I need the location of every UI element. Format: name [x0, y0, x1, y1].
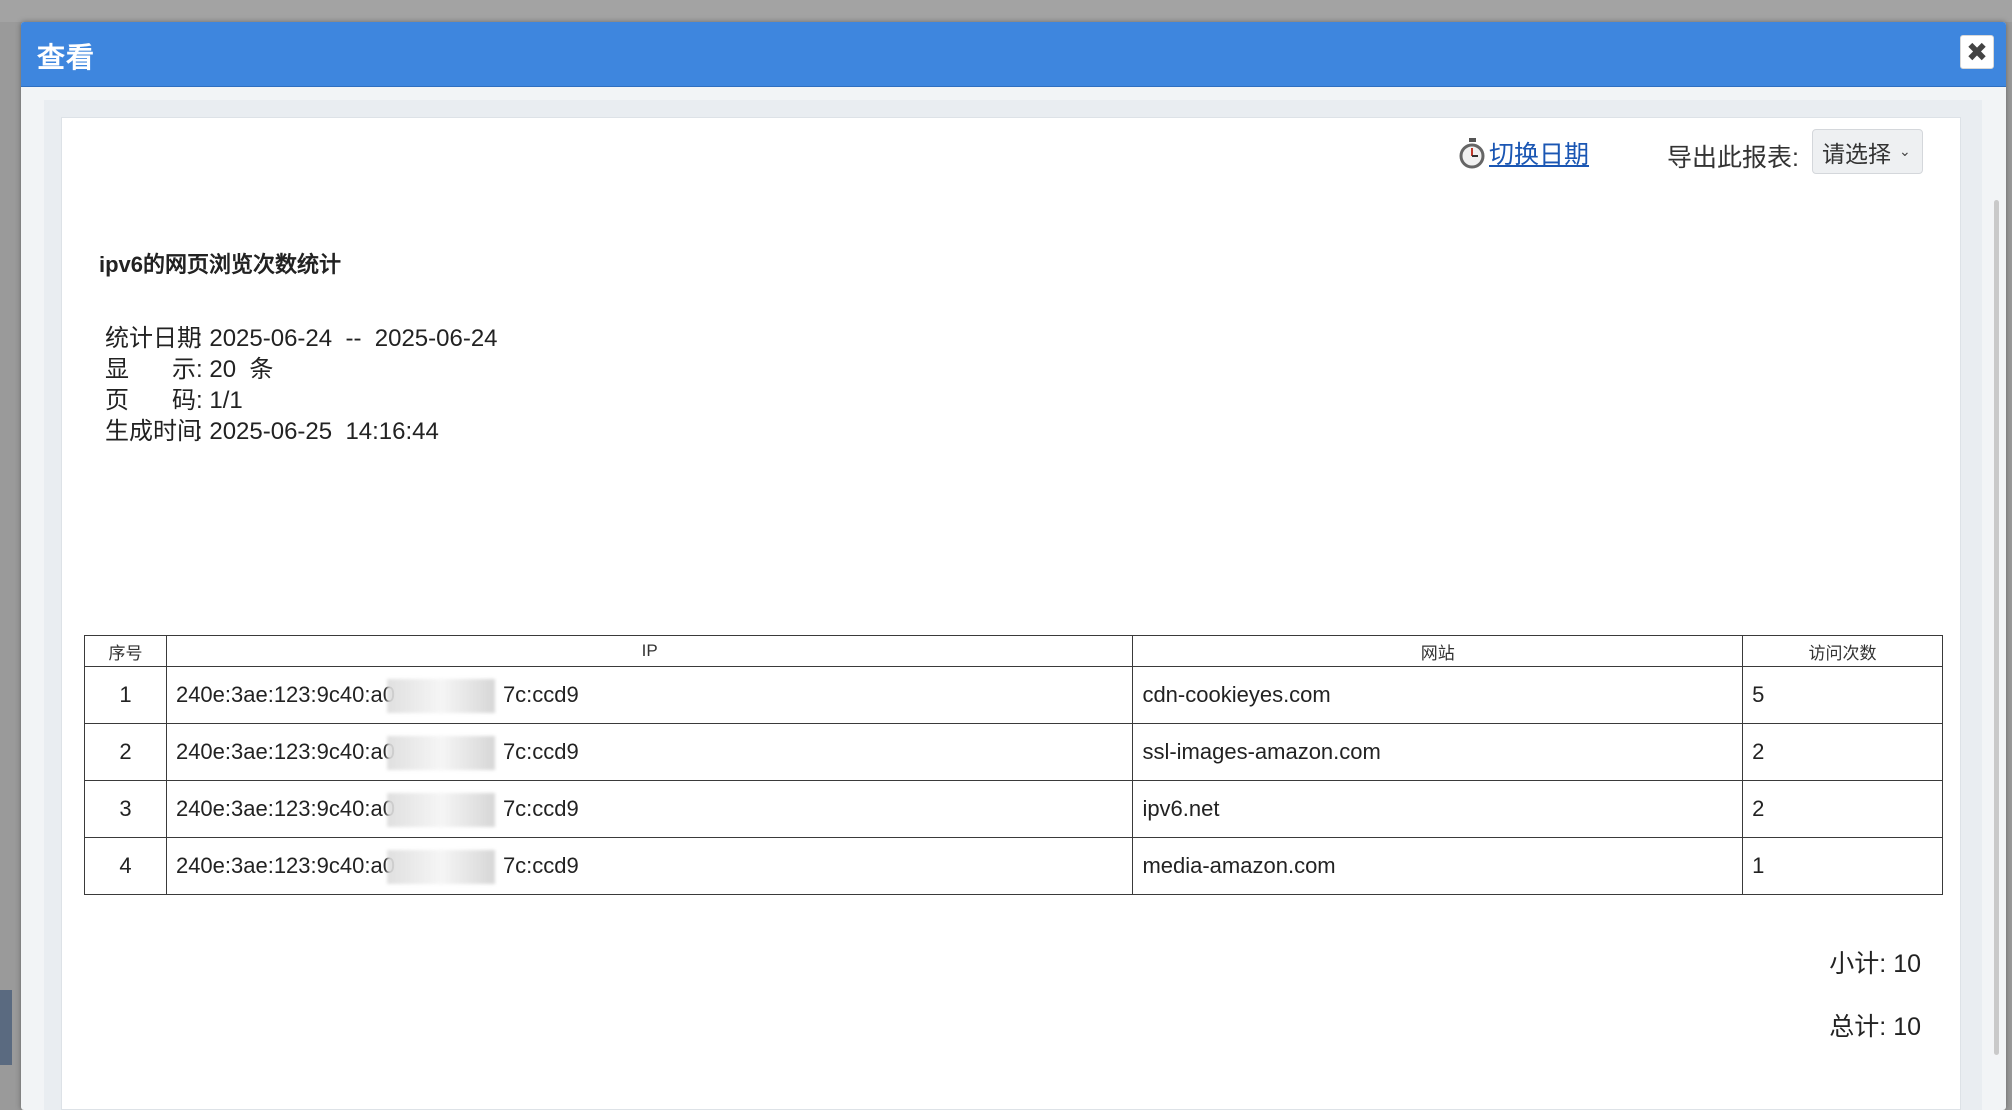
ip-prefix: 240e:3ae:123:9c40:a0	[175, 796, 395, 821]
meta-colon: :	[196, 418, 210, 445]
column-header-site: 网站	[1132, 635, 1744, 667]
column-header-count: 访问次数	[1742, 635, 1943, 667]
table-row: 1 240e:3ae:123:9c40:a0 7c:ccd9 cdn-cookie…	[84, 666, 1943, 724]
redaction-blur	[386, 850, 495, 884]
report-meta: 统计日期: 2025-06-24 -- 2025-06-24 显示: 20 条 …	[105, 323, 498, 447]
ip-prefix: 240e:3ae:123:9c40:a0	[175, 853, 395, 878]
meta-value: 1/1	[209, 387, 243, 414]
total: 总计: 10	[1829, 1007, 1921, 1043]
meta-row: 页码: 1/1	[105, 385, 498, 416]
cell-site: media-amazon.com	[1132, 837, 1744, 895]
cell-no: 3	[84, 780, 167, 838]
ip-prefix: 240e:3ae:123:9c40:a0	[175, 682, 395, 707]
cell-no: 1	[84, 666, 167, 724]
meta-value: 2025-06-24 -- 2025-06-24	[209, 325, 498, 352]
meta-row: 生成时间: 2025-06-25 14:16:44	[105, 416, 498, 447]
total-label: 总计:	[1829, 1013, 1887, 1041]
table-row: 4 240e:3ae:123:9c40:a0 7c:ccd9 media-amaz…	[84, 837, 1943, 895]
background-sidebar	[0, 990, 12, 1065]
subtotal: 小计: 10	[1829, 944, 1921, 980]
chevron-down-icon: ⌄	[1899, 143, 1911, 159]
meta-row: 显示: 20 条	[105, 354, 498, 385]
meta-label: 显示	[105, 356, 196, 383]
column-header-ip: IP	[165, 635, 1134, 667]
stats-table: 序号 IP 网站 访问次数 1 240e:3ae:123:9c40:a0 7c:c…	[84, 635, 1943, 895]
cell-site: ipv6.net	[1132, 780, 1744, 838]
scrollbar[interactable]	[1994, 200, 1999, 1055]
meta-colon: :	[196, 387, 210, 414]
cell-ip: 240e:3ae:123:9c40:a0 7c:ccd9	[165, 837, 1134, 895]
ip-suffix: 7c:ccd9	[502, 853, 579, 878]
table-header-row: 序号 IP 网站 访问次数	[84, 635, 1943, 667]
cell-count: 2	[1742, 780, 1943, 838]
cell-count: 1	[1742, 837, 1943, 895]
cell-no: 2	[84, 723, 167, 781]
redaction-blur	[386, 679, 495, 713]
cell-ip: 240e:3ae:123:9c40:a0 7c:ccd9	[165, 666, 1134, 724]
meta-value: 20 条	[209, 356, 274, 383]
meta-label: 统计日期	[105, 325, 201, 352]
meta-label: 生成时间	[105, 418, 201, 445]
column-header-no: 序号	[84, 635, 167, 667]
dialog-header: 查看 ✖	[21, 22, 2006, 87]
meta-label: 页码	[105, 387, 196, 414]
redaction-blur	[386, 793, 495, 827]
cell-no: 4	[84, 837, 167, 895]
subtotal-label: 小计:	[1829, 950, 1887, 978]
dialog-title: 查看	[37, 42, 96, 73]
ip-suffix: 7c:ccd9	[502, 739, 579, 764]
redaction-blur	[386, 736, 495, 770]
meta-value: 2025-06-25 14:16:44	[209, 418, 439, 445]
cell-ip: 240e:3ae:123:9c40:a0 7c:ccd9	[165, 723, 1134, 781]
cell-site: cdn-cookieyes.com	[1132, 666, 1744, 724]
cell-site: ssl-images-amazon.com	[1132, 723, 1744, 781]
total-value: 10	[1893, 1013, 1921, 1041]
cell-count: 5	[1742, 666, 1943, 724]
meta-row: 统计日期: 2025-06-24 -- 2025-06-24	[105, 323, 498, 354]
report-panel: 切换日期 导出此报表: 请选择 ⌄ ipv6的网页浏览次数统计 统计日期: 20…	[61, 117, 1961, 1110]
background-toolbar	[0, 0, 2012, 22]
switch-date-link[interactable]: 切换日期	[1457, 135, 1589, 171]
report-title: ipv6的网页浏览次数统计	[99, 252, 342, 277]
dialog-body: 切换日期 导出此报表: 请选择 ⌄ ipv6的网页浏览次数统计 统计日期: 20…	[44, 100, 1999, 1110]
ip-prefix: 240e:3ae:123:9c40:a0	[175, 739, 395, 764]
close-button[interactable]: ✖	[1960, 35, 1994, 69]
cell-count: 2	[1742, 723, 1943, 781]
meta-colon: :	[196, 356, 210, 383]
ip-suffix: 7c:ccd9	[502, 682, 579, 707]
export-select[interactable]: 请选择 ⌄	[1812, 129, 1923, 174]
cell-ip: 240e:3ae:123:9c40:a0 7c:ccd9	[165, 780, 1134, 838]
table-row: 3 240e:3ae:123:9c40:a0 7c:ccd9 ipv6.net 2	[84, 780, 1943, 838]
switch-date-label: 切换日期	[1489, 141, 1590, 169]
close-icon: ✖	[1966, 37, 1988, 67]
export-select-value: 请选择	[1822, 140, 1891, 167]
view-dialog: 查看 ✖ 切换日期 导出此报表: 请选择 ⌄ ipv6的网页浏览次数统计 统计日…	[21, 22, 2006, 1110]
subtotal-value: 10	[1893, 950, 1921, 978]
ip-suffix: 7c:ccd9	[502, 796, 579, 821]
stopwatch-icon	[1459, 138, 1485, 169]
table-row: 2 240e:3ae:123:9c40:a0 7c:ccd9 ssl-images…	[84, 723, 1943, 781]
export-label: 导出此报表:	[1667, 144, 1799, 172]
meta-colon: :	[196, 325, 210, 352]
